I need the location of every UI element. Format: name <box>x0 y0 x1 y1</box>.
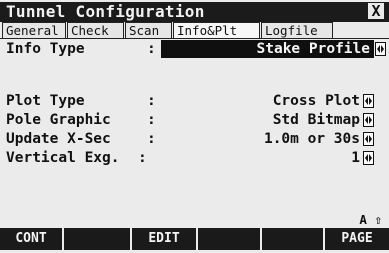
f6-page-button[interactable]: PAGE <box>325 228 389 250</box>
info-type-value: Stake Profile <box>256 41 371 57</box>
tab-divider <box>0 38 389 39</box>
vertical-exg-colon: : <box>138 150 147 166</box>
tab-bar: General Check Scan Info&Plt Logfile <box>2 22 386 39</box>
input-mode-indicator: A ⇧ <box>359 212 382 227</box>
update-xsec-label: Update X-Sec <box>6 131 111 147</box>
vertical-exg-label: Vertical Exg. <box>6 150 120 166</box>
window-title: Tunnel Configuration <box>6 2 205 21</box>
update-xsec-row: Update X-Sec : 1.0m or 30s <box>6 130 374 148</box>
plot-type-label: Plot Type <box>6 93 85 109</box>
tab-scan[interactable]: Scan <box>125 22 172 39</box>
plot-type-value[interactable]: Cross Plot <box>273 92 360 110</box>
vertical-exg-row: Vertical Exg. : 1 <box>6 149 374 167</box>
update-xsec-value[interactable]: 1.0m or 30s <box>264 130 360 148</box>
title-bar: Tunnel Configuration X <box>0 2 389 22</box>
plot-type-colon: : <box>147 93 156 109</box>
f5-blank-button[interactable] <box>262 228 325 250</box>
plot-type-row: Plot Type : Cross Plot <box>6 92 374 110</box>
close-button[interactable]: X <box>368 3 384 19</box>
vertical-exg-value[interactable]: 1 <box>351 149 360 167</box>
pole-graphic-label: Pole Graphic <box>6 112 111 128</box>
update-xsec-colon: : <box>147 131 156 147</box>
function-key-bar: CONT EDIT PAGE <box>0 228 389 250</box>
tab-check[interactable]: Check <box>67 22 124 39</box>
info-type-arrows-icon[interactable] <box>375 42 386 56</box>
f1-cont-button[interactable]: CONT <box>0 228 64 250</box>
info-type-row: Info Type : Stake Profile <box>6 40 386 58</box>
vertical-exg-arrows-icon[interactable] <box>363 151 374 165</box>
info-type-colon: : <box>147 41 156 57</box>
pole-graphic-value[interactable]: Std Bitmap <box>273 111 360 129</box>
pole-graphic-arrows-icon[interactable] <box>363 113 374 127</box>
info-type-label: Info Type <box>6 41 85 57</box>
f2-blank-button[interactable] <box>64 228 132 250</box>
f4-blank-button[interactable] <box>198 228 262 250</box>
info-type-select[interactable]: Stake Profile <box>161 40 374 58</box>
tunnel-configuration-screen: Tunnel Configuration X General Check Sca… <box>0 0 389 253</box>
tab-logfile[interactable]: Logfile <box>261 22 333 39</box>
update-xsec-arrows-icon[interactable] <box>363 132 374 146</box>
f3-edit-button[interactable]: EDIT <box>132 228 198 250</box>
pole-graphic-colon: : <box>147 112 156 128</box>
pole-graphic-row: Pole Graphic : Std Bitmap <box>6 111 374 129</box>
tab-general[interactable]: General <box>2 22 66 39</box>
plot-type-arrows-icon[interactable] <box>363 94 374 108</box>
tab-info-plt[interactable]: Info&Plt <box>173 22 260 39</box>
